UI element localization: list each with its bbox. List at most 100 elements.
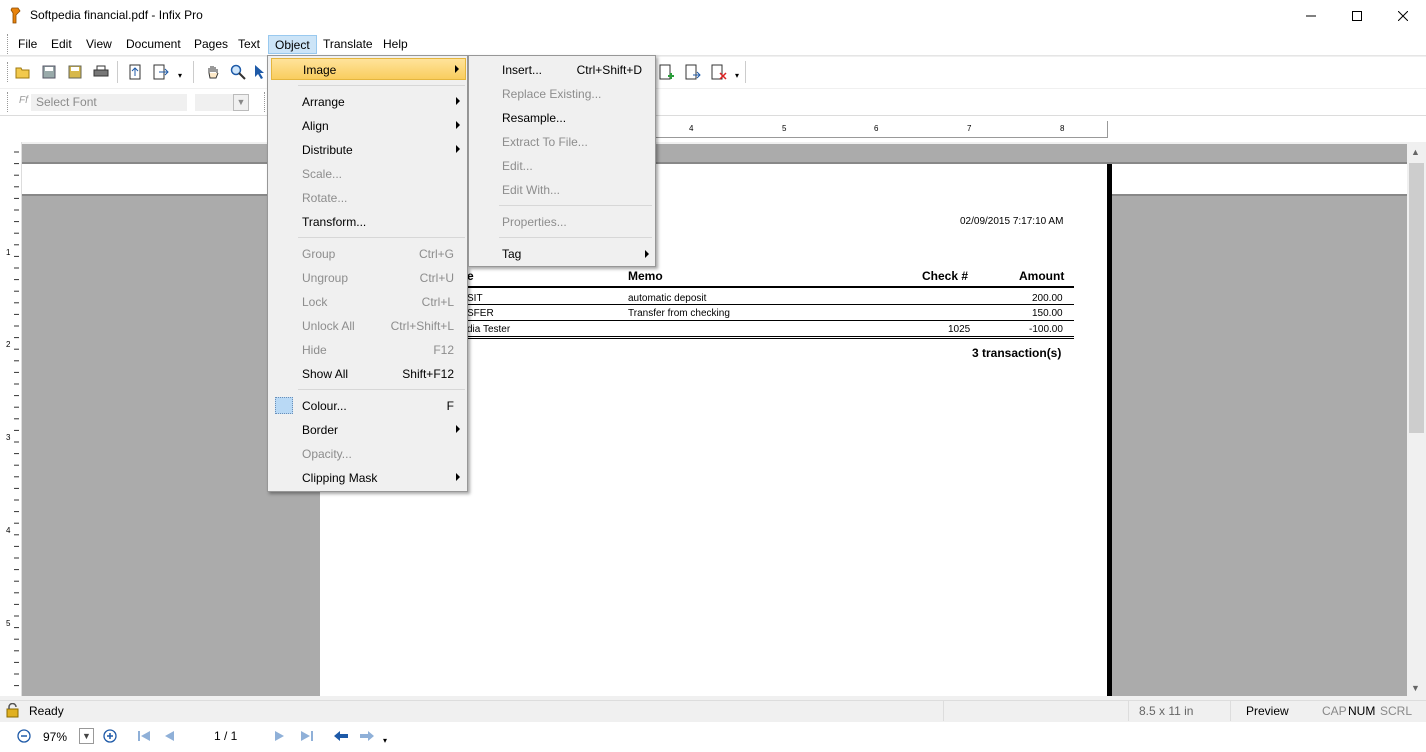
menu-item-group[interactable]: Group Ctrl+G xyxy=(271,243,466,265)
print-button[interactable] xyxy=(91,62,111,82)
menu-object[interactable]: Object xyxy=(268,35,317,54)
menu-separator xyxy=(499,237,652,238)
dropdown-arrow-icon[interactable]: ▾ xyxy=(178,71,182,80)
menu-item-edit[interactable]: Edit... xyxy=(472,155,654,177)
menu-edit[interactable]: Edit xyxy=(45,35,78,54)
row-rule xyxy=(466,304,1074,305)
zoom-tool-button[interactable] xyxy=(228,62,248,82)
menu-item-arrange[interactable]: Arrange xyxy=(271,91,466,113)
menu-item-hide[interactable]: Hide F12 xyxy=(271,339,466,361)
ruler-number: 4 xyxy=(689,124,694,133)
menu-item-ungroup[interactable]: Ungroup Ctrl+U xyxy=(271,267,466,289)
insert-page-button[interactable] xyxy=(683,62,703,82)
status-cap: CAP xyxy=(1322,704,1347,718)
menu-item-border[interactable]: Border xyxy=(271,419,466,441)
scroll-down-icon[interactable]: ▼ xyxy=(1411,683,1420,693)
menu-translate[interactable]: Translate xyxy=(317,35,379,54)
status-page-size: 8.5 x 11 in xyxy=(1139,704,1194,718)
row-rule xyxy=(466,320,1074,321)
zoom-dropdown-icon[interactable]: ▼ xyxy=(79,728,94,744)
menu-item-show-all[interactable]: Show All Shift+F12 xyxy=(271,363,466,385)
menu-item-replace-existing[interactable]: Replace Existing... xyxy=(472,83,654,105)
scrollbar-thumb[interactable] xyxy=(1409,163,1424,433)
title-bar: Softpedia financial.pdf - Infix Pro xyxy=(0,0,1426,32)
menu-pages[interactable]: Pages xyxy=(188,35,234,54)
menu-item-properties[interactable]: Properties... xyxy=(472,211,654,233)
hand-icon xyxy=(208,66,219,79)
status-scrl: SCRL xyxy=(1380,704,1413,718)
menu-item-image[interactable]: Image xyxy=(271,58,466,80)
ruler-number: 1 xyxy=(6,248,11,257)
zoom-level[interactable]: 97% xyxy=(43,730,67,744)
previous-page-icon[interactable] xyxy=(163,730,175,742)
menu-item-rotate[interactable]: Rotate... xyxy=(271,187,466,209)
last-page-icon[interactable] xyxy=(300,730,314,742)
menu-item-opacity[interactable]: Opacity... xyxy=(271,443,466,465)
scroll-up-icon[interactable]: ▲ xyxy=(1411,147,1420,157)
menu-item-colour[interactable]: Colour... F xyxy=(271,395,466,417)
header-rule xyxy=(466,286,1074,288)
menu-item-distribute[interactable]: Distribute xyxy=(271,139,466,161)
save-as-button[interactable] xyxy=(65,62,85,82)
chevron-down-icon[interactable]: ▼ xyxy=(233,94,249,111)
font-icon: Ff xyxy=(19,95,28,106)
delete-page-button[interactable] xyxy=(709,62,729,82)
back-arrow-icon[interactable] xyxy=(333,730,349,742)
add-page-button[interactable] xyxy=(657,62,677,82)
forward-arrow-icon[interactable] xyxy=(359,730,375,742)
dropdown-arrow-icon[interactable]: ▾ xyxy=(735,71,739,80)
menu-item-transform[interactable]: Transform... xyxy=(271,211,466,233)
hand-tool-button[interactable] xyxy=(203,62,223,82)
menu-item-align[interactable]: Align xyxy=(271,115,466,137)
ruler-number: 2 xyxy=(6,340,11,349)
page-delete-icon xyxy=(711,64,727,80)
ruler-number: 3 xyxy=(6,433,11,442)
zoom-in-icon[interactable] xyxy=(103,729,117,743)
menu-item-edit-with[interactable]: Edit With... xyxy=(472,179,654,201)
font-select[interactable]: Select Font xyxy=(31,94,187,111)
ruler-number: 7 xyxy=(967,124,972,133)
menu-help[interactable]: Help xyxy=(377,35,414,54)
menu-item-scale[interactable]: Scale... xyxy=(271,163,466,185)
minimize-button[interactable] xyxy=(1288,0,1334,32)
toolbar-grip xyxy=(7,62,10,82)
folder-open-icon xyxy=(15,67,30,79)
save-button[interactable] xyxy=(39,62,59,82)
select-tool-button[interactable] xyxy=(253,62,265,82)
lock-icon xyxy=(6,703,19,718)
menu-file[interactable]: File xyxy=(12,35,43,54)
dropdown-arrow-icon[interactable]: ▾ xyxy=(383,736,387,745)
transaction-count: 3 transaction(s) xyxy=(972,346,1062,360)
next-page-icon[interactable] xyxy=(274,730,286,742)
page-indicator[interactable]: 1 / 1 xyxy=(214,729,237,743)
extract-pages-button[interactable] xyxy=(125,62,145,82)
zoom-out-icon[interactable] xyxy=(17,729,31,743)
menu-item-tag[interactable]: Tag xyxy=(472,243,654,265)
row-amount: -100.00 xyxy=(1029,324,1063,335)
menu-view[interactable]: View xyxy=(80,35,118,54)
menu-item-lock[interactable]: Lock Ctrl+L xyxy=(271,291,466,313)
menu-item-unlock-all[interactable]: Unlock All Ctrl+Shift+L xyxy=(271,315,466,337)
menu-item-extract-to-file[interactable]: Extract To File... xyxy=(472,131,654,153)
ruler-number: 5 xyxy=(782,124,787,133)
open-button[interactable] xyxy=(13,62,33,82)
menu-item-clipping-mask[interactable]: Clipping Mask xyxy=(271,467,466,489)
menu-item-insert[interactable]: Insert... Ctrl+Shift+D xyxy=(472,59,654,81)
first-page-icon[interactable] xyxy=(137,730,151,742)
ruler-strip xyxy=(654,121,1108,138)
toolbar-grip xyxy=(7,92,10,112)
ruler-number: 4 xyxy=(6,526,11,535)
maximize-button[interactable] xyxy=(1334,0,1380,32)
export-button[interactable] xyxy=(151,62,171,82)
menu-bar: File Edit View Document Pages Text Objec… xyxy=(0,32,1426,56)
menu-separator xyxy=(499,205,652,206)
menu-item-resample[interactable]: Resample... xyxy=(472,107,654,129)
magnifier-icon xyxy=(230,64,246,80)
close-button[interactable] xyxy=(1380,0,1426,32)
vertical-ruler xyxy=(0,142,22,696)
column-header-payee: e xyxy=(467,269,474,283)
menu-text[interactable]: Text xyxy=(232,35,266,54)
row-check: 1025 xyxy=(948,324,971,335)
menu-document[interactable]: Document xyxy=(120,35,187,54)
save-as-icon xyxy=(68,65,82,79)
